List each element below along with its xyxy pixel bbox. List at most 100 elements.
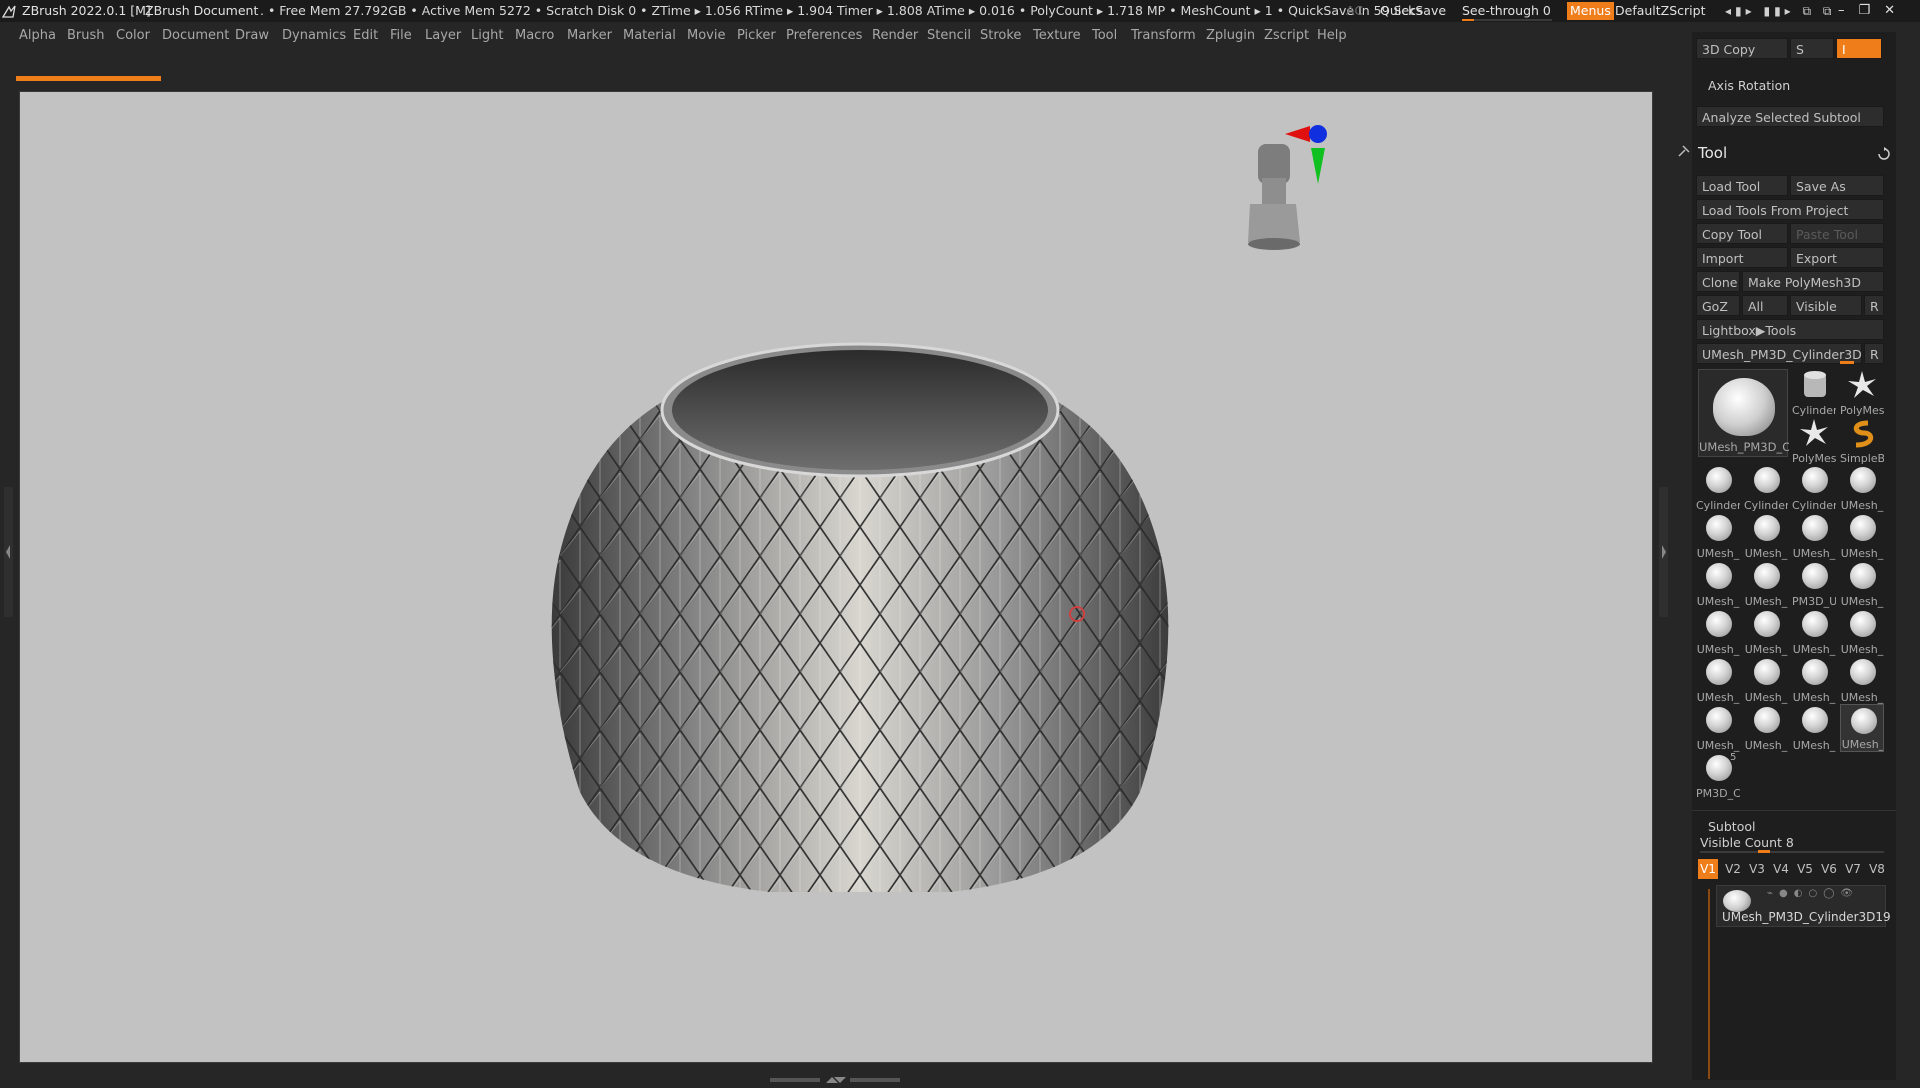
axis-rotation-label[interactable]: Axis Rotation — [1708, 78, 1790, 93]
menu-file[interactable]: File — [390, 22, 412, 50]
refresh-icon[interactable] — [1877, 146, 1891, 160]
tab-v8[interactable]: V8 — [1866, 859, 1888, 879]
menu-draw[interactable]: Draw — [235, 22, 269, 50]
menu-help[interactable]: Help — [1317, 22, 1347, 50]
ac-toggle[interactable]: AC — [1346, 0, 1363, 22]
load-tool-button[interactable]: Load Tool — [1696, 175, 1788, 196]
menu-movie[interactable]: Movie — [687, 22, 725, 50]
right-tray-handle[interactable] — [1659, 487, 1668, 617]
tab-v3[interactable]: V3 — [1746, 859, 1768, 879]
tool-thumb[interactable]: UMesh_ — [1696, 560, 1740, 608]
see-through-slider-track[interactable] — [1462, 19, 1552, 21]
paste-tool-button[interactable]: Paste Tool — [1790, 223, 1884, 244]
menu-dynamics[interactable]: Dynamics — [282, 22, 346, 50]
tool-thumb[interactable]: 5 PM3D_C — [1696, 752, 1740, 800]
load-from-project-button[interactable]: Load Tools From Project — [1696, 199, 1884, 220]
goz-all-button[interactable]: All — [1742, 295, 1788, 316]
left-tray-handle[interactable] — [4, 487, 13, 617]
tool-thumb[interactable]: UMesh_ — [1744, 560, 1788, 608]
import-button[interactable]: Import — [1696, 247, 1788, 268]
tool-thumb[interactable]: UMesh_ — [1696, 656, 1740, 704]
menu-stencil[interactable]: Stencil — [927, 22, 971, 50]
copy-tool-button[interactable]: Copy Tool — [1696, 223, 1788, 244]
goz-visible-button[interactable]: Visible — [1790, 295, 1862, 316]
tool-thumb-simpleb[interactable]: SimpleB — [1840, 417, 1884, 465]
tab-v1[interactable]: V1 — [1698, 859, 1718, 879]
tab-v2[interactable]: V2 — [1722, 859, 1744, 879]
vase-model[interactable] — [20, 92, 1654, 1064]
tool-thumb[interactable]: UMesh_ — [1792, 656, 1836, 704]
current-tool-thumbnail[interactable]: UMesh_PM3D_C — [1698, 369, 1789, 457]
subtool-section-title[interactable]: Subtool — [1708, 819, 1755, 834]
subtool-list-scrollbar[interactable] — [1708, 889, 1710, 1079]
tool-thumb[interactable]: UMesh_ — [1744, 656, 1788, 704]
tool-thumb[interactable]: UMesh_ — [1696, 512, 1740, 560]
menu-tool[interactable]: Tool — [1092, 22, 1117, 50]
bottom-tray-handle[interactable] — [770, 1069, 900, 1083]
3d-copy-button[interactable]: 3D Copy — [1696, 38, 1788, 59]
menu-marker[interactable]: Marker — [567, 22, 612, 50]
tool-section-title[interactable]: Tool — [1698, 144, 1727, 162]
tool-thumb-cylinder[interactable]: Cylinder — [1792, 369, 1836, 417]
menu-zplugin[interactable]: Zplugin — [1206, 22, 1255, 50]
i-toggle-button[interactable]: I — [1836, 38, 1882, 59]
tool-thumb[interactable]: UMesh_ — [1792, 704, 1836, 752]
tool-thumb-polymes[interactable]: PolyMes — [1792, 417, 1836, 465]
tool-thumb[interactable]: UMesh_ — [1744, 512, 1788, 560]
tool-pin-icon[interactable] — [1676, 143, 1692, 159]
menu-alpha[interactable]: Alpha — [19, 22, 56, 50]
tool-thumb[interactable]: UMesh_ — [1744, 608, 1788, 656]
tool-thumb-polymes[interactable]: PolyMes — [1840, 369, 1884, 417]
tool-thumb[interactable]: Cylinder — [1792, 464, 1836, 512]
quicksave-button[interactable]: QuickSave — [1380, 0, 1446, 22]
menu-picker[interactable]: Picker — [737, 22, 776, 50]
visible-count-handle[interactable] — [1758, 850, 1770, 853]
tool-thumb[interactable]: Cylinder — [1744, 464, 1788, 512]
canvas-viewport[interactable] — [19, 91, 1653, 1063]
export-button[interactable]: Export — [1790, 247, 1884, 268]
menu-transform[interactable]: Transform — [1131, 22, 1196, 50]
tool-thumb[interactable]: UMesh_ — [1792, 512, 1836, 560]
current-tool-slider[interactable]: UMesh_PM3D_Cylinder3D19. — [1696, 343, 1862, 364]
menu-layer[interactable]: Layer — [425, 22, 461, 50]
tab-v6[interactable]: V6 — [1818, 859, 1840, 879]
s-toggle-button[interactable]: S — [1790, 38, 1834, 59]
menu-render[interactable]: Render — [872, 22, 918, 50]
tool-thumb[interactable]: UMesh_ — [1792, 608, 1836, 656]
menu-stroke[interactable]: Stroke — [980, 22, 1021, 50]
default-zscript-button[interactable]: DefaultZScript — [1615, 0, 1706, 22]
menu-color[interactable]: Color — [116, 22, 150, 50]
clone-button[interactable]: Clone — [1696, 271, 1740, 292]
subtool-item-icons[interactable]: ⌁●◐○◯👁 — [1767, 888, 1883, 900]
goz-r-button[interactable]: R — [1864, 295, 1884, 316]
tool-thumb[interactable]: UMesh_ — [1840, 656, 1884, 704]
save-as-button[interactable]: Save As — [1790, 175, 1884, 196]
menu-texture[interactable]: Texture — [1033, 22, 1081, 50]
subtool-item[interactable]: ⌁●◐○◯👁 UMesh_PM3D_Cylinder3D19 — [1716, 885, 1891, 927]
visible-count-track[interactable] — [1700, 850, 1884, 853]
tab-v4[interactable]: V4 — [1770, 859, 1792, 879]
menu-preferences[interactable]: Preferences — [786, 22, 862, 50]
menus-toggle-button[interactable]: Menus — [1567, 2, 1614, 20]
window-controls[interactable]: –❐✕ — [1838, 0, 1909, 22]
analyze-subtool-button[interactable]: Analyze Selected Subtool — [1696, 106, 1884, 127]
menu-edit[interactable]: Edit — [353, 22, 378, 50]
menu-zscript[interactable]: Zscript — [1264, 22, 1309, 50]
menu-macro[interactable]: Macro — [515, 22, 554, 50]
menu-light[interactable]: Light — [471, 22, 503, 50]
see-through-slider-handle[interactable] — [1462, 19, 1474, 21]
tool-thumb[interactable]: UMesh_ — [1696, 704, 1740, 752]
menu-document[interactable]: Document — [162, 22, 229, 50]
tab-v7[interactable]: V7 — [1842, 859, 1864, 879]
make-polymesh-button[interactable]: Make PolyMesh3D — [1742, 271, 1884, 292]
tool-thumb[interactable]: PM3D_U — [1792, 560, 1836, 608]
layout-icons[interactable]: ◂▮▸ ▮▮▸ ⧉ ⧉ — [1725, 0, 1835, 22]
tab-v5[interactable]: V5 — [1794, 859, 1816, 879]
goz-button[interactable]: GoZ — [1696, 295, 1740, 316]
tool-thumb[interactable]: UMesh_ — [1696, 608, 1740, 656]
tool-thumb[interactable]: UMesh_ — [1840, 464, 1884, 512]
tool-thumb[interactable]: UMesh_ — [1744, 704, 1788, 752]
tool-thumb[interactable]: UMesh_ — [1840, 704, 1884, 752]
current-tool-slider-handle[interactable] — [1840, 361, 1854, 364]
tool-thumb[interactable]: UMesh_ — [1840, 560, 1884, 608]
